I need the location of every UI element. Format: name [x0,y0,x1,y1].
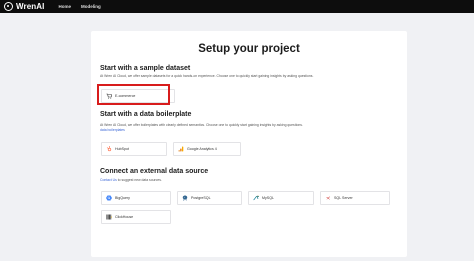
clickhouse-icon [106,214,112,220]
tile-label: PostgreSQL [191,196,211,200]
google-analytics-icon [178,146,184,152]
tile-hubspot[interactable]: HubSpot [101,142,167,156]
tile-label: Google Analytics 4 [187,147,217,151]
boilerplate-link[interactable]: data boilerplates [100,128,125,132]
mysql-icon [253,195,259,201]
tile-label: MySQL [262,196,274,200]
brand-name: WrenAI [16,2,45,11]
contact-us-link[interactable]: Contact Us [100,178,117,182]
hubspot-icon [106,146,112,152]
postgresql-icon [182,195,188,201]
tile-label: SQL Server [334,196,353,200]
tile-bigquery[interactable]: BigQuery [101,191,171,205]
tile-label: ClickHouse [115,215,134,219]
wren-logo-icon [4,2,13,11]
brand[interactable]: WrenAI [4,2,44,11]
setup-card: Setup your project Start with a sample d… [91,31,407,257]
external-section-title: Connect an external data source [100,168,209,175]
nav-home[interactable]: Home [58,4,71,9]
nav-modeling[interactable]: Modeling [81,4,101,9]
tile-sql-server[interactable]: SQL Server [320,191,390,205]
tile-mysql[interactable]: MySQL [248,191,314,205]
top-navbar: WrenAI Home Modeling [0,0,474,13]
tile-postgresql[interactable]: PostgreSQL [177,191,242,205]
highlight-box [97,84,170,105]
tile-google-analytics[interactable]: Google Analytics 4 [173,142,241,156]
tile-label: BigQuery [115,196,130,200]
tile-clickhouse[interactable]: ClickHouse [101,210,171,224]
sample-section-title: Start with a sample dataset [100,65,191,72]
page-title: Setup your project [198,43,300,55]
sql-server-icon [325,195,331,201]
boilerplate-section-desc: At Wren AI Cloud, we offer boilerplates … [100,123,303,132]
boilerplate-section-title: Start with a data boilerplate [100,111,192,118]
sample-section-desc: At Wren AI Cloud, we offer sample datase… [100,74,314,78]
bigquery-icon [106,195,112,201]
tile-label: HubSpot [115,147,129,151]
external-section-desc: Contact Us to suggest new data sources. [100,178,162,182]
